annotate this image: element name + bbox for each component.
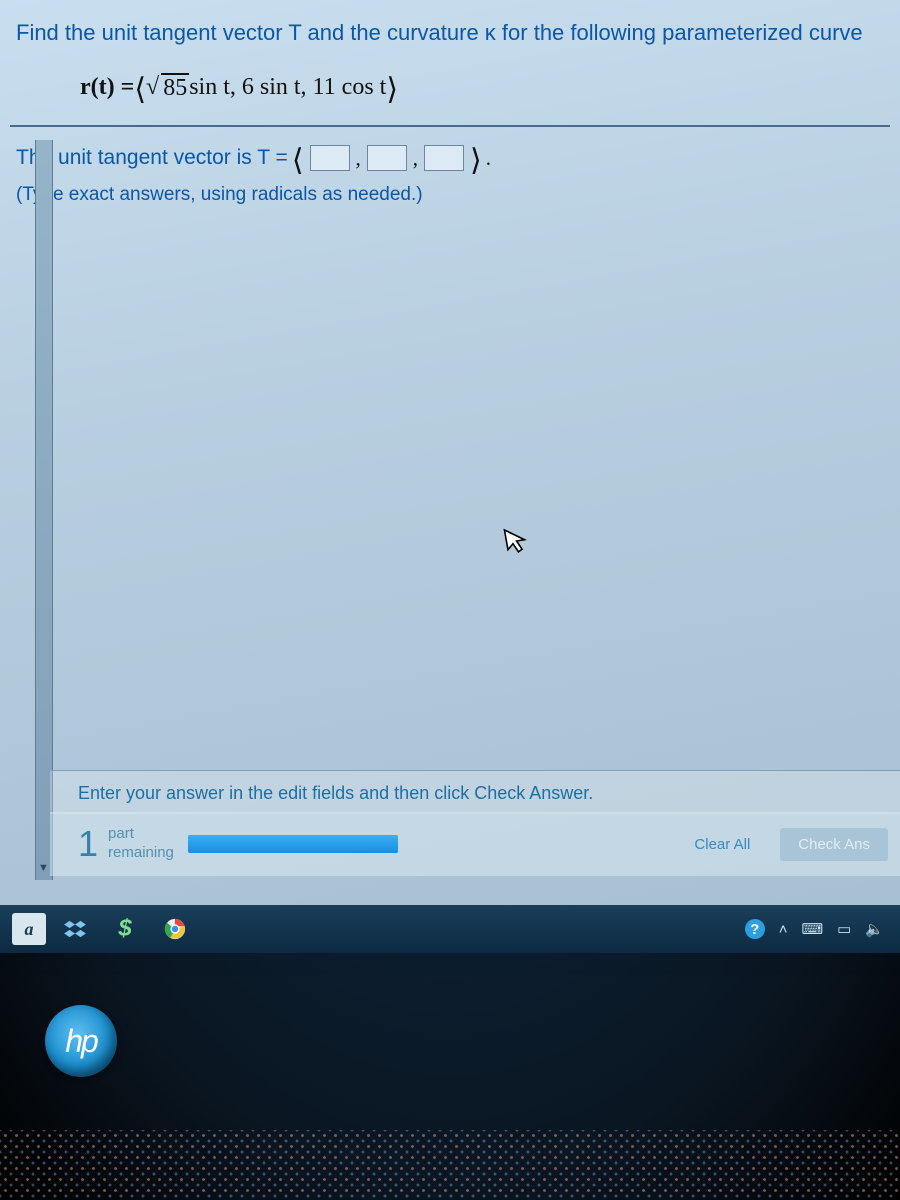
answer-row: The unit tangent vector is T = ⟨ , , ⟩ . xyxy=(0,131,900,180)
answer-label: The unit tangent vector is T = xyxy=(16,146,288,170)
answer-input-1[interactable] xyxy=(310,145,350,171)
progress-fill xyxy=(188,835,398,853)
answer-comma-1: , xyxy=(356,146,361,171)
system-tray[interactable]: ? ˄ ⌨ ▭ 🔈 xyxy=(745,919,892,939)
part-label-bottom: remaining xyxy=(108,844,174,863)
money-app-icon[interactable]: $ xyxy=(104,911,146,947)
dropbox-icon[interactable] xyxy=(54,911,96,947)
equation-display: r(t) = ⟨ √85 sin t, 6 sin t, 11 cos t ⟩ xyxy=(0,58,900,125)
bottom-toolbar: 1 part remaining Clear All Check Ans xyxy=(50,812,900,876)
sqrt-symbol: √ xyxy=(146,74,159,101)
answer-input-3[interactable] xyxy=(424,145,464,171)
section-divider xyxy=(10,125,890,127)
part-number: 1 xyxy=(78,823,98,865)
chrome-icon[interactable] xyxy=(154,911,196,947)
answer-period: . xyxy=(486,146,491,171)
windows-taskbar[interactable]: a $ ? ˄ ⌨ ▭ 🔈 xyxy=(0,905,900,953)
answer-angle-close: ⟩ xyxy=(470,143,482,178)
progress-bar xyxy=(188,835,398,853)
scroll-down-arrow-icon[interactable]: ▼ xyxy=(38,862,49,874)
instruction-text: Enter your answer in the edit fields and… xyxy=(50,770,900,814)
answer-angle-open: ⟨ xyxy=(292,143,304,178)
question-prompt: Find the unit tangent vector T and the c… xyxy=(0,0,900,58)
equation-body: sin t, 6 sin t, 11 cos t xyxy=(189,74,386,101)
equation-prefix: r(t) = xyxy=(80,74,134,101)
homework-app-window: Find the unit tangent vector T and the c… xyxy=(0,0,900,905)
help-icon[interactable]: ? xyxy=(745,919,765,939)
clear-all-button[interactable]: Clear All xyxy=(676,828,768,861)
volume-icon[interactable]: 🔈 xyxy=(865,920,884,938)
hp-logo: hp xyxy=(45,1005,117,1077)
mouse-cursor-icon xyxy=(502,524,532,563)
answer-hint: (Type exact answers, using radicals as n… xyxy=(0,180,900,216)
angle-open: ⟨ xyxy=(134,72,146,107)
chevron-up-icon[interactable]: ˄ xyxy=(779,921,788,938)
answer-input-2[interactable] xyxy=(367,145,407,171)
keyboard-icon[interactable]: ⌨ xyxy=(801,920,823,938)
vertical-scrollbar[interactable]: ▼ xyxy=(35,140,53,880)
battery-icon[interactable]: ▭ xyxy=(837,920,851,938)
part-label-top: part xyxy=(108,825,174,844)
check-answer-button[interactable]: Check Ans xyxy=(780,828,888,861)
answer-comma-2: , xyxy=(413,146,418,171)
sqrt-value: 85 xyxy=(161,73,189,102)
part-labels: part remaining xyxy=(108,825,174,863)
angle-close: ⟩ xyxy=(386,72,398,107)
taskbar-app-a[interactable]: a xyxy=(12,913,46,945)
work-area xyxy=(0,216,900,696)
keyboard-texture-2 xyxy=(0,1130,900,1200)
